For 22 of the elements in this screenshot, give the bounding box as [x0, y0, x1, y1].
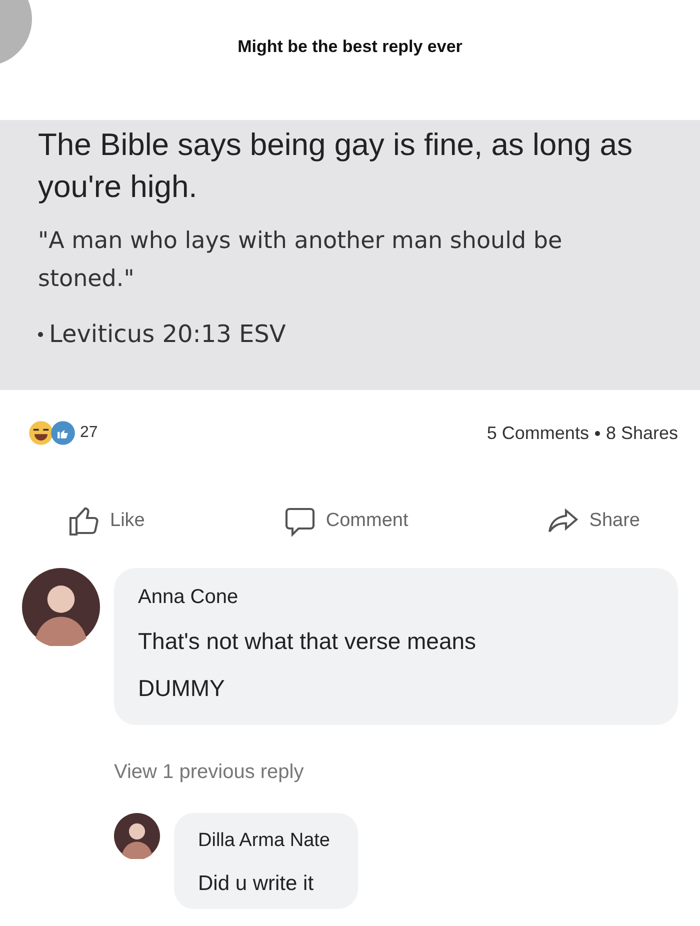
comment-button[interactable]: Comment: [282, 503, 408, 539]
comment-count[interactable]: 5 Comments: [486, 420, 589, 446]
share-count[interactable]: 8 Shares: [606, 420, 678, 446]
caption: Might be the best reply ever: [238, 36, 462, 58]
reference: Leviticus 20:13 ESV: [49, 319, 286, 350]
comment-text: That's not what that verse means: [138, 627, 478, 656]
headline: The Bible says being gay is fine, as long as you're high.: [38, 126, 634, 206]
view-replies-link[interactable]: View 1 previous reply: [114, 761, 304, 783]
laughing-emoji-icon: [28, 420, 54, 446]
comment-text: DUMMY: [138, 674, 226, 702]
reply-author[interactable]: Dilla Arma Nate: [198, 827, 330, 856]
like-button[interactable]: Like: [66, 503, 145, 539]
reply-text: Did u write it: [198, 870, 315, 896]
avatar-icon: [114, 813, 160, 859]
like-reaction-icon: [50, 420, 76, 446]
bullet-icon: [38, 332, 43, 336]
share-button[interactable]: Share: [545, 503, 640, 539]
dot-separator-icon: [594, 430, 600, 436]
comment-author[interactable]: Anna Cone: [138, 582, 678, 612]
reaction-count: 27: [80, 423, 98, 443]
avatar-icon: [22, 568, 100, 646]
quote: "A man who lays with another man should be stoned.": [38, 227, 564, 294]
